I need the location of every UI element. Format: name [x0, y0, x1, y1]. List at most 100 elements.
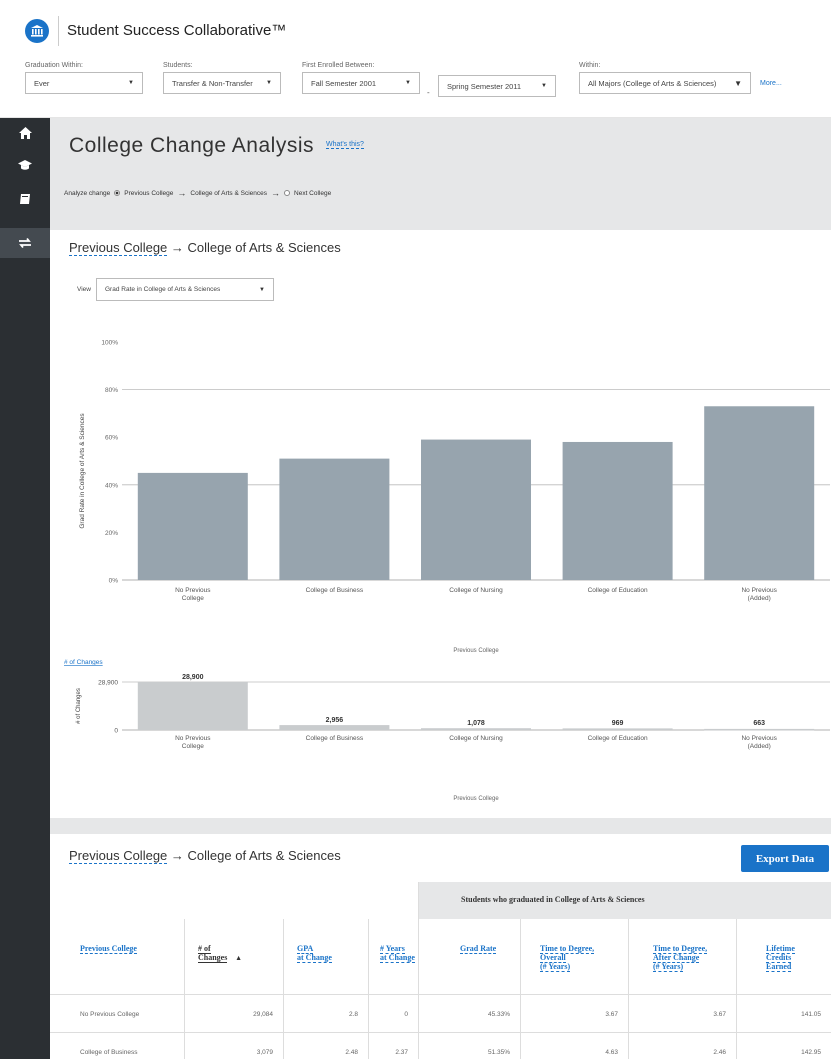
column-header[interactable]: Time to Degree, After Change (# Years) — [653, 944, 708, 972]
export-data-button[interactable]: Export Data — [741, 845, 829, 872]
sidebar — [0, 118, 50, 1059]
graduation-within-filter: Graduation Within: Ever ▼ — [25, 62, 143, 94]
changes-title-link: # of Changes — [64, 659, 103, 666]
charts-area: 0% 20% 40% 60% 80% 100% Grad Rate in College o… — [64, 340, 830, 802]
table-cell: 3,079 — [256, 1049, 273, 1056]
previous-college-heading-link[interactable]: Previous College — [69, 848, 168, 864]
row-label: College of Business — [80, 1049, 138, 1056]
table-section-heading: Previous College → College of Arts & Sci… — [69, 848, 341, 864]
previous-college-radio[interactable] — [114, 190, 121, 196]
x-tick-label: College — [182, 743, 204, 750]
caret-down-icon: ▼ — [734, 78, 742, 88]
within-select[interactable]: All Majors (College of Arts & Sciences) ▼ — [579, 72, 751, 94]
current-college-label: College of Arts & Sciences — [190, 189, 268, 197]
more-filters-link[interactable]: More... — [760, 80, 782, 87]
caret-down-icon: ▼ — [266, 80, 272, 86]
bar — [562, 441, 673, 580]
heading-college: College of Arts & Sciences — [187, 848, 341, 863]
y-tick-label: 0% — [109, 578, 119, 585]
filter-label: Students: — [163, 62, 193, 69]
first-enrolled-filter: First Enrolled Between: Fall Semester 20… — [302, 62, 420, 94]
home-icon[interactable] — [0, 118, 50, 148]
previous-college-option-label[interactable]: Previous College — [124, 190, 173, 197]
column-header-label: Grad Rate — [460, 944, 497, 954]
bar — [421, 728, 531, 730]
column-divider — [283, 919, 284, 1059]
caret-down-icon: ▼ — [541, 83, 547, 89]
enrolled-from-select[interactable]: Fall Semester 2001 ▼ — [302, 72, 420, 94]
graduation-within-select[interactable]: Ever ▼ — [25, 72, 143, 94]
next-college-option-label[interactable]: Next College — [294, 190, 331, 197]
data-label: 1,078 — [467, 720, 485, 727]
x-axis-label: Previous College — [453, 796, 499, 802]
table-cell: 29,084 — [253, 1011, 273, 1018]
column-header[interactable]: Lifetime Credits Earned — [766, 944, 795, 972]
graduated-group-header: Students who graduated in College of Art… — [418, 882, 831, 919]
table-cell: 0 — [404, 1011, 408, 1018]
filter-label: Within: — [579, 62, 601, 69]
table-section: Previous College → College of Arts & Sci… — [50, 834, 831, 1059]
select-value: Fall Semester 2001 — [311, 78, 377, 88]
table-cell: 141.05 — [801, 1011, 821, 1018]
table-cell: 45.33% — [487, 1011, 510, 1018]
bar — [562, 728, 673, 730]
data-label: 969 — [612, 720, 624, 727]
x-tick-label: College of Nursing — [449, 735, 503, 742]
changes-chart: # of Changes 28,900 0 # of Changes 28,900 No … — [64, 659, 830, 802]
enrolled-to-select[interactable]: Spring Semester 2011 ▼ — [438, 75, 556, 97]
whats-this-link[interactable]: What's this? — [326, 141, 364, 149]
table-cell: 4.63 — [605, 1049, 618, 1056]
x-tick-label: (Added) — [748, 595, 771, 602]
grad-rate-chart: 0% 20% 40% 60% 80% 100% Grad Rate in College o… — [79, 340, 830, 654]
column-header[interactable]: Grad Rate — [460, 944, 497, 954]
x-tick-label: College — [182, 595, 204, 602]
bar — [137, 472, 248, 580]
x-tick-label: College of Education — [588, 735, 648, 742]
students-filter: Students: Transfer & Non-Transfer ▼ — [163, 62, 281, 94]
table-cell: 51.35% — [487, 1049, 510, 1056]
page-header: College Change Analysis What's this? Ana… — [50, 118, 831, 230]
column-header-label: # of Changes — [198, 944, 228, 963]
x-tick-label: College of Nursing — [449, 587, 503, 594]
book-icon[interactable] — [0, 184, 50, 214]
column-header[interactable]: Previous College — [80, 944, 137, 954]
column-header[interactable]: # Years at Change — [380, 944, 415, 963]
column-header-label: # Years at Change — [380, 944, 415, 963]
table-cell: 3.67 — [713, 1011, 726, 1018]
analyze-change-row: Analyze change Previous College → Colleg… — [64, 188, 331, 198]
sort-ascending-icon[interactable]: ▲ — [233, 954, 242, 962]
x-tick-label: No Previous — [741, 735, 777, 742]
x-tick-label: (Added) — [748, 743, 771, 750]
filter-label: Graduation Within: — [25, 62, 83, 69]
column-divider — [736, 919, 737, 1059]
data-label: 2,956 — [326, 717, 344, 724]
data-label: 28,900 — [182, 674, 204, 681]
row-label: No Previous College — [80, 1011, 140, 1018]
university-logo-icon[interactable] — [25, 19, 49, 43]
top-header: Student Success Collaborative™ Graduatio… — [0, 0, 831, 118]
y-tick-label: 0 — [114, 728, 118, 735]
column-divider — [628, 919, 629, 1059]
graduation-cap-icon[interactable] — [0, 150, 50, 180]
column-header-label: Previous College — [80, 944, 137, 954]
column-header[interactable]: # of Changes ▲ — [198, 944, 242, 963]
select-value: Transfer & Non-Transfer — [172, 78, 253, 88]
column-divider — [184, 919, 185, 1059]
y-tick-label: 40% — [105, 482, 118, 489]
transfer-arrows-icon[interactable] — [0, 228, 50, 258]
next-college-radio[interactable] — [284, 190, 291, 196]
right-arrow-icon: → — [271, 188, 281, 198]
enrolled-to-filter: Spring Semester 2011 ▼ — [438, 75, 556, 97]
column-header-label: Lifetime Credits Earned — [766, 944, 795, 972]
logo-divider — [58, 16, 59, 46]
x-axis-label: Previous College — [453, 648, 499, 654]
filter-label: First Enrolled Between: — [302, 62, 375, 69]
select-value: Spring Semester 2011 — [447, 81, 522, 91]
bar — [279, 725, 390, 730]
column-divider — [520, 919, 521, 1059]
column-header[interactable]: Time to Degree, Overall (# Years) — [540, 944, 595, 972]
table-cell: 2.48 — [345, 1049, 358, 1056]
column-header[interactable]: GPA at Change — [297, 944, 332, 963]
students-select[interactable]: Transfer & Non-Transfer ▼ — [163, 72, 281, 94]
y-tick-label: 60% — [105, 435, 118, 442]
